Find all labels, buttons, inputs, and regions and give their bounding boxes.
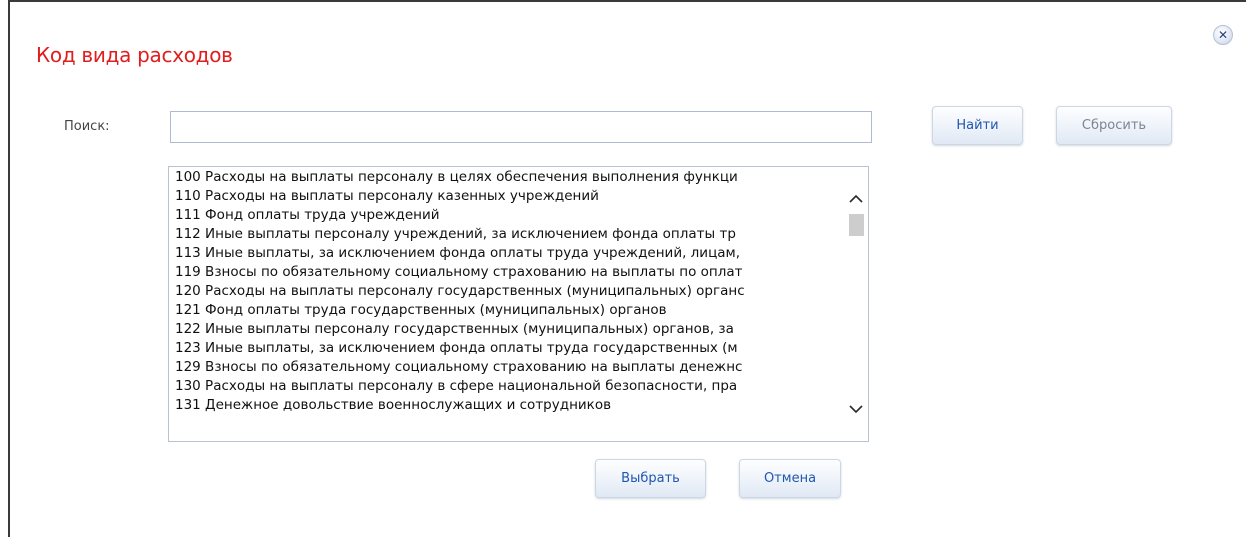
search-input[interactable] <box>170 111 872 143</box>
close-icon: ✕ <box>1217 27 1229 42</box>
list-item[interactable]: 131 Денежное довольствие военнослужащих … <box>169 396 845 415</box>
chevron-up-icon <box>849 194 863 203</box>
list-item[interactable]: 122 Иные выплаты персоналу государственн… <box>169 320 845 339</box>
listbox-scrollbar[interactable] <box>844 167 868 441</box>
list-item[interactable]: 123 Иные выплаты, за исключением фонда о… <box>169 339 845 358</box>
expense-code-list: 100 Расходы на выплаты персоналу в целях… <box>169 167 845 441</box>
close-button[interactable]: ✕ <box>1213 25 1233 45</box>
scroll-up-button[interactable] <box>846 191 866 207</box>
select-button[interactable]: Выбрать <box>595 459 706 498</box>
list-item[interactable]: 111 Фонд оплаты труда учреждений <box>169 206 845 225</box>
list-item[interactable]: 112 Иные выплаты персоналу учреждений, з… <box>169 225 845 244</box>
list-item[interactable]: 113 Иные выплаты, за исключением фонда о… <box>169 244 845 263</box>
list-item[interactable]: 100 Расходы на выплаты персоналу в целях… <box>169 168 845 187</box>
chevron-down-icon <box>849 405 863 414</box>
list-item[interactable]: 120 Расходы на выплаты персоналу государ… <box>169 282 845 301</box>
dialog-border-left <box>8 0 10 537</box>
list-item[interactable]: 130 Расходы на выплаты персоналу в сфере… <box>169 377 845 396</box>
list-item[interactable]: 121 Фонд оплаты труда государственных (м… <box>169 301 845 320</box>
scroll-thumb[interactable] <box>849 214 864 236</box>
expense-code-listbox[interactable]: 100 Расходы на выплаты персоналу в целях… <box>168 166 869 442</box>
find-button[interactable]: Найти <box>932 106 1023 145</box>
scroll-down-button[interactable] <box>846 401 866 417</box>
reset-button[interactable]: Сбросить <box>1056 106 1172 145</box>
list-item[interactable]: 129 Взносы по обязательному социальному … <box>169 358 845 377</box>
search-label: Поиск: <box>64 119 110 134</box>
list-item[interactable]: 110 Расходы на выплаты персоналу казенны… <box>169 187 845 206</box>
list-item[interactable]: 119 Взносы по обязательному социальному … <box>169 263 845 282</box>
cancel-button[interactable]: Отмена <box>739 459 841 498</box>
code-picker-dialog: ✕ Код вида расходов Поиск: Найти Сбросит… <box>0 0 1246 537</box>
dialog-title: Код вида расходов <box>36 43 233 67</box>
dialog-border-top <box>8 0 1246 2</box>
